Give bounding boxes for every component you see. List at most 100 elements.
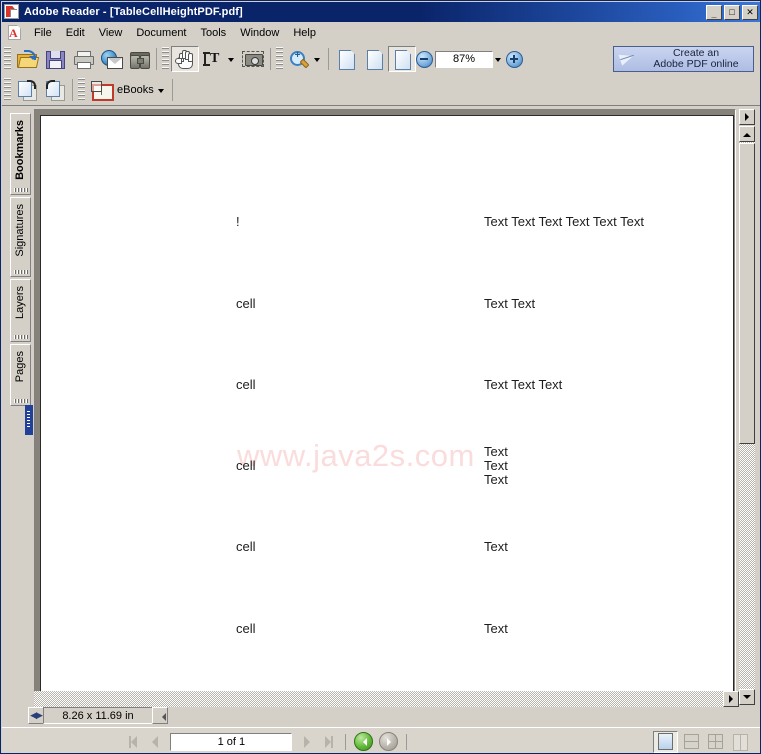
toolbar-grip[interactable] [4, 47, 11, 71]
close-icon: ✕ [746, 6, 754, 17]
tab-grip-icon[interactable] [14, 188, 28, 192]
facing-layout-button[interactable] [728, 731, 753, 753]
statusbar-expand-button[interactable] [152, 707, 168, 724]
sidebar-tab-pages-label: Pages [14, 351, 26, 383]
zoom-tool-button[interactable] [285, 46, 313, 72]
adobe-logo-icon: A [6, 24, 24, 41]
sidebar-tab-bookmarks[interactable]: Bookmarks [10, 113, 31, 195]
maximize-button[interactable]: □ [724, 4, 740, 20]
zoom-level-input[interactable]: 87% [435, 50, 493, 68]
save-button[interactable] [41, 46, 69, 72]
maximize-icon: □ [729, 6, 735, 17]
scroll-up-button[interactable] [739, 126, 755, 142]
hscroll-track[interactable] [34, 691, 739, 707]
toolbar-separator [328, 48, 329, 70]
menu-item-document[interactable]: Document [129, 25, 193, 41]
sidebar-tab-layers-label: Layers [14, 286, 26, 320]
table-cell-left: cell [236, 377, 256, 392]
hand-tool-icon [174, 49, 196, 69]
fit-width-button[interactable] [388, 46, 416, 72]
open-button[interactable] [13, 46, 41, 72]
minimize-icon: _ [711, 8, 717, 19]
tab-grip-icon[interactable] [14, 270, 28, 274]
hscroll-right-button[interactable] [723, 691, 739, 707]
toolbar-grip[interactable] [78, 78, 85, 102]
continuous-layout-button[interactable] [678, 731, 703, 753]
zoom-out-button[interactable] [416, 50, 433, 68]
toolbar-separator [156, 48, 157, 70]
fit-page-button[interactable] [360, 46, 388, 72]
previous-page-button[interactable] [144, 732, 166, 752]
bottom-separator [345, 733, 347, 750]
toolbar-separator [72, 79, 73, 101]
toolbar-separator [270, 48, 271, 70]
minimize-button[interactable]: _ [706, 4, 722, 20]
last-page-button[interactable] [318, 732, 340, 752]
page-size-statusbar: ◀▶ 8.26 x 11.69 in [28, 706, 168, 725]
previous-view-button[interactable] [13, 77, 41, 103]
scroll-thumb[interactable] [739, 143, 755, 444]
zoom-tool-dropdown-icon[interactable] [314, 58, 320, 62]
next-page-button[interactable] [296, 732, 318, 752]
toolbar-grip[interactable] [276, 47, 283, 71]
menu-item-edit[interactable]: Edit [59, 25, 92, 41]
continuous-facing-layout-button[interactable] [703, 731, 728, 753]
select-text-button[interactable]: T [199, 46, 227, 72]
page-number-input[interactable]: 1 of 1 [170, 732, 293, 751]
bottom-toolbar: 1 of 1 [2, 727, 760, 753]
save-icon [44, 49, 66, 69]
horizontal-scrollbar[interactable] [34, 691, 739, 707]
single-page-layout-button[interactable] [652, 730, 678, 753]
table-cell-left: ! [236, 214, 240, 229]
continuous-icon [683, 734, 699, 749]
sidebar-tab-pages[interactable]: Pages [10, 344, 31, 406]
acrobat-icon [4, 4, 20, 20]
menu-item-file[interactable]: File [27, 25, 59, 41]
menu-item-tools[interactable]: Tools [194, 25, 234, 41]
menu-item-window[interactable]: Window [233, 25, 286, 41]
first-page-button[interactable] [122, 732, 144, 752]
ebooks-icon-button[interactable] [87, 77, 115, 103]
select-text-dropdown-icon[interactable] [228, 58, 234, 62]
go-back-button[interactable] [354, 732, 374, 751]
next-view-button[interactable] [41, 77, 69, 103]
resize-handle-icon[interactable]: ◀▶ [28, 707, 44, 724]
actual-size-button[interactable] [332, 46, 360, 72]
table-cell-right: Text Text Text Text Text Text [484, 214, 644, 229]
hand-tool-button[interactable] [171, 46, 199, 72]
ebooks-button[interactable]: eBooks [87, 75, 169, 105]
single-page-icon [657, 733, 673, 750]
create-pdf-line2: Adobe PDF online [653, 58, 739, 70]
zoom-in-button[interactable] [506, 50, 523, 68]
paper-plane-icon [617, 49, 639, 69]
zoom-level-dropdown-icon[interactable] [495, 58, 501, 62]
table-cell-right: Text [484, 472, 508, 487]
scroll-down-button[interactable] [739, 689, 755, 705]
snapshot-button[interactable] [239, 46, 267, 72]
table-cell-right: Text Text Text [484, 377, 563, 392]
title-bar: Adobe Reader - [TableCellHeightPDF.pdf] … [2, 2, 760, 22]
search-button[interactable] [125, 46, 153, 72]
toolbar-grip[interactable] [4, 78, 11, 102]
document-view[interactable]: www.java2s.com ! Text Text Text Text Tex… [34, 109, 736, 706]
menu-item-help[interactable]: Help [286, 25, 323, 41]
close-button[interactable]: ✕ [742, 4, 758, 20]
menu-item-view[interactable]: View [92, 25, 130, 41]
print-button[interactable] [69, 46, 97, 72]
pane-expand-button[interactable] [739, 109, 755, 125]
email-button[interactable] [97, 46, 125, 72]
tab-grip-icon[interactable] [14, 399, 28, 403]
create-adobe-pdf-online-button[interactable]: Create an Adobe PDF online [613, 46, 754, 72]
bottom-separator [406, 733, 408, 750]
ebooks-dropdown-icon[interactable] [157, 89, 164, 93]
tab-grip-icon[interactable] [14, 335, 28, 339]
toolbar-grip[interactable] [162, 47, 169, 71]
vertical-scrollbar[interactable] [739, 109, 755, 706]
previous-view-icon [16, 80, 38, 101]
sidebar-tab-bookmarks-label: Bookmarks [14, 120, 26, 180]
navigation-pane-splitter[interactable] [25, 405, 33, 435]
sidebar-tab-layers[interactable]: Layers [10, 279, 31, 342]
sidebar-tab-signatures[interactable]: Signatures [10, 197, 31, 277]
go-forward-button[interactable] [379, 732, 399, 751]
window-title: Adobe Reader - [TableCellHeightPDF.pdf] [24, 6, 243, 18]
